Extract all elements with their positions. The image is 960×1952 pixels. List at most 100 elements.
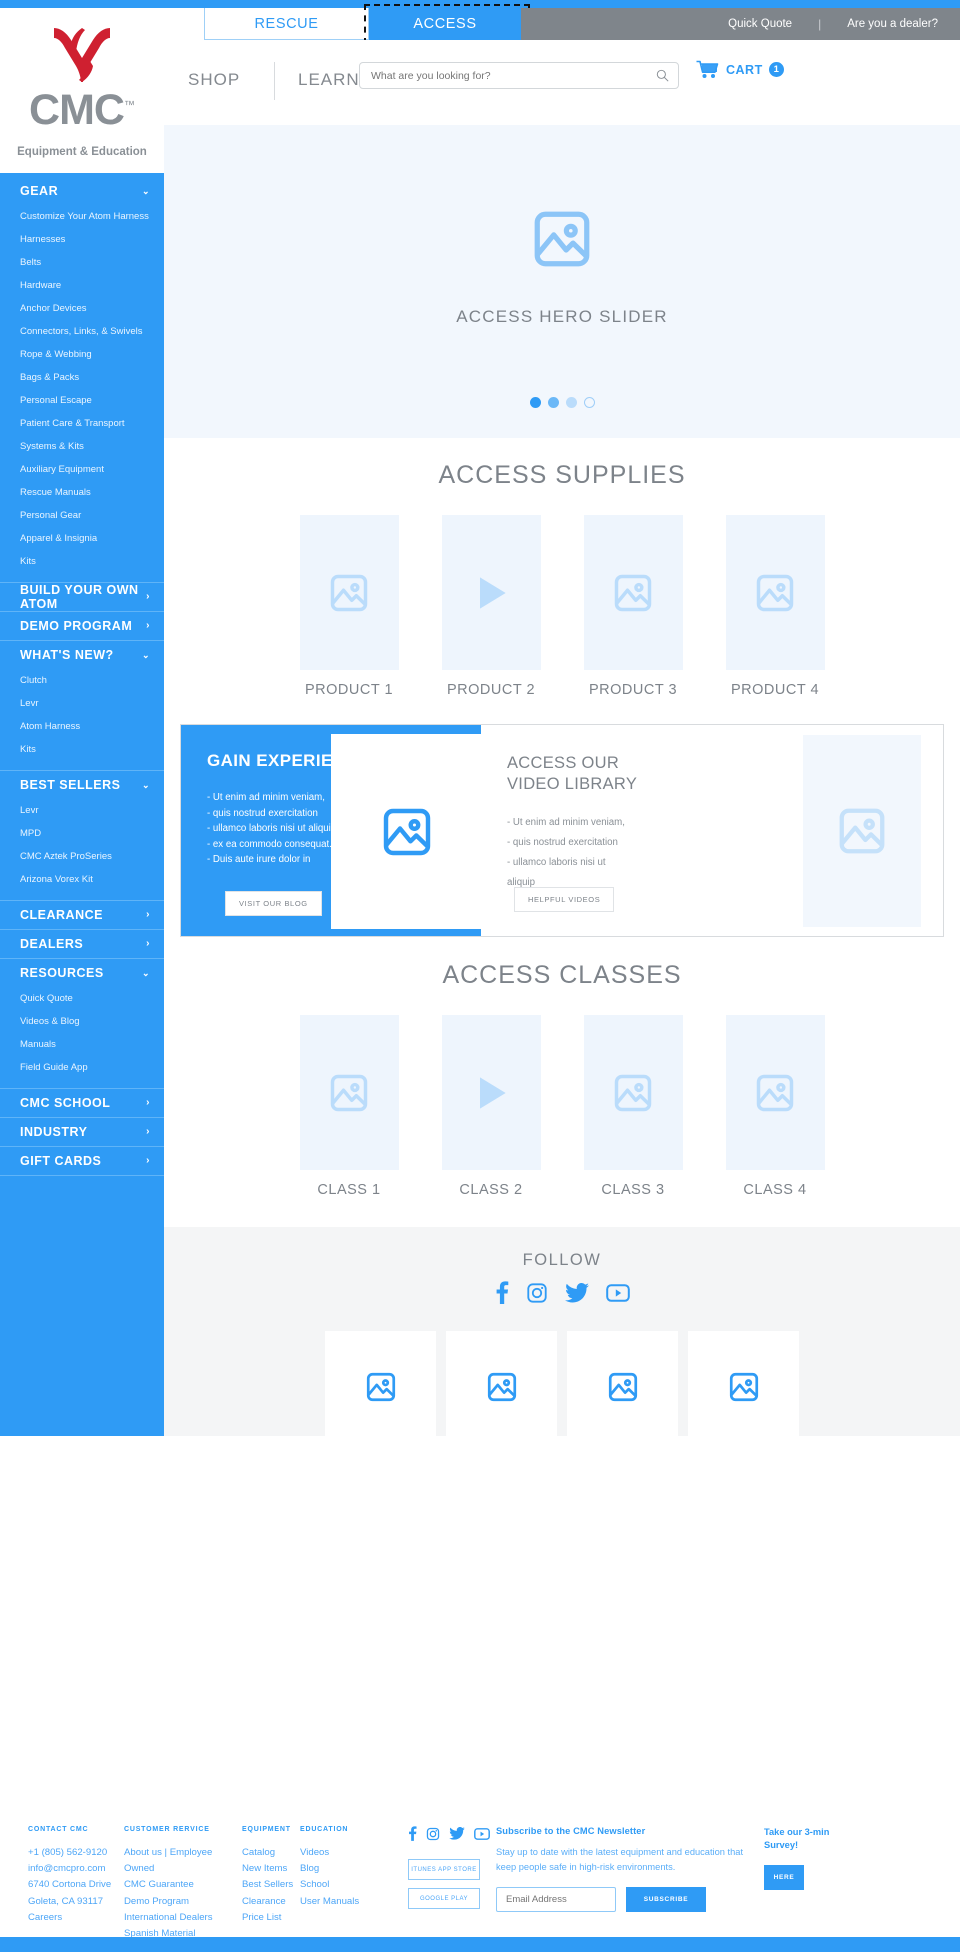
search-icon[interactable]	[656, 69, 669, 82]
footer-link[interactable]: User Manuals	[300, 1894, 408, 1910]
sidebar-group-header[interactable]: GIFT CARDS ›	[0, 1147, 164, 1175]
sidebar-group-header[interactable]: BEST SELLERS ⌄	[0, 771, 164, 799]
footer-link[interactable]: +1 (805) 562-9120	[28, 1845, 124, 1861]
footer-link[interactable]: About us | Employee Owned	[124, 1845, 242, 1877]
sidebar-item-personal-escape[interactable]: Personal Escape	[0, 389, 164, 412]
nav-shop[interactable]: SHOP	[188, 70, 240, 90]
sidebar-item-arizona-vorex-kit[interactable]: Arizona Vorex Kit	[0, 868, 164, 891]
sidebar-item-rescue-manuals[interactable]: Rescue Manuals	[0, 481, 164, 504]
instagram-icon[interactable]	[426, 1827, 440, 1846]
footer-link[interactable]: Best Sellers	[242, 1877, 300, 1893]
sidebar-item-levr[interactable]: Levr	[0, 799, 164, 822]
youtube-icon[interactable]	[474, 1827, 490, 1845]
instagram-icon[interactable]	[526, 1282, 548, 1309]
sidebar-group-header[interactable]: GEAR ⌄	[0, 177, 164, 205]
sidebar-item-patient-care-transport[interactable]: Patient Care & Transport	[0, 412, 164, 435]
footer-link[interactable]: info@cmcpro.com	[28, 1861, 124, 1877]
sidebar-group-header[interactable]: DEALERS ›	[0, 930, 164, 958]
footer-link[interactable]: Catalog	[242, 1845, 300, 1861]
search-box[interactable]	[359, 62, 679, 89]
facebook-icon[interactable]	[408, 1826, 417, 1846]
slider-dot-2[interactable]	[547, 397, 559, 408]
instagram-post-tile[interactable]	[446, 1331, 557, 1442]
quick-quote-link[interactable]: Quick Quote	[728, 18, 792, 30]
footer-link[interactable]: School	[300, 1877, 408, 1893]
footer-link[interactable]: Clearance	[242, 1894, 300, 1910]
twitter-icon[interactable]	[564, 1282, 589, 1308]
sidebar-item-anchor-devices[interactable]: Anchor Devices	[0, 297, 164, 320]
sidebar-group-header[interactable]: CMC SCHOOL ›	[0, 1089, 164, 1117]
sidebar-item-manuals[interactable]: Manuals	[0, 1033, 164, 1056]
sidebar-item-field-guide-app[interactable]: Field Guide App	[0, 1056, 164, 1079]
product-card[interactable]: CLASS 1	[299, 1015, 399, 1198]
sidebar-group-header[interactable]: WHAT'S NEW? ⌄	[0, 641, 164, 669]
sidebar-group-header[interactable]: CLEARANCE ›	[0, 901, 164, 929]
sidebar-item-auxiliary-equipment[interactable]: Auxiliary Equipment	[0, 458, 164, 481]
footer-link[interactable]: New Items	[242, 1861, 300, 1877]
cart-button[interactable]: CART 1	[696, 60, 784, 79]
sidebar-item-harnesses[interactable]: Harnesses	[0, 228, 164, 251]
logo-column[interactable]: CMC™ Equipment & Education	[0, 8, 164, 173]
sidebar-item-customize-your-atom-harness[interactable]: Customize Your Atom Harness	[0, 205, 164, 228]
sidebar-item-quick-quote[interactable]: Quick Quote	[0, 987, 164, 1010]
sidebar-item-rope-webbing[interactable]: Rope & Webbing	[0, 343, 164, 366]
sidebar-item-connectors-links-swivels[interactable]: Connectors, Links, & Swivels	[0, 320, 164, 343]
itunes-app-store-button[interactable]: ITUNES APP STORE	[408, 1859, 480, 1880]
footer-link[interactable]: 6740 Cortona Drive	[28, 1877, 124, 1893]
footer-link[interactable]: Goleta, CA 93117	[28, 1894, 124, 1910]
instagram-post-tile[interactable]	[325, 1331, 436, 1442]
sidebar-item-systems-kits[interactable]: Systems & Kits	[0, 435, 164, 458]
product-card[interactable]: PRODUCT 4	[725, 515, 825, 698]
sidebar-item-clutch[interactable]: Clutch	[0, 669, 164, 692]
helpful-videos-button[interactable]: HELPFUL VIDEOS	[514, 887, 615, 912]
tab-rescue[interactable]: RESCUE	[204, 8, 369, 40]
subscribe-button[interactable]: SUBSCRIBE	[626, 1887, 706, 1912]
product-card[interactable]: CLASS 4	[725, 1015, 825, 1198]
footer-link[interactable]: Demo Program	[124, 1894, 242, 1910]
footer-link[interactable]: Careers	[28, 1910, 124, 1926]
sidebar-item-kits[interactable]: Kits	[0, 550, 164, 573]
sidebar-group-header[interactable]: BUILD YOUR OWN ATOM ›	[0, 583, 164, 611]
nav-learn[interactable]: LEARN	[298, 70, 360, 90]
instagram-post-tile[interactable]	[567, 1331, 678, 1442]
sidebar-group-header[interactable]: DEMO PROGRAM ›	[0, 612, 164, 640]
search-input[interactable]	[371, 63, 646, 88]
tab-access[interactable]: ACCESS	[369, 8, 521, 40]
sidebar-group-header[interactable]: RESOURCES ⌄	[0, 959, 164, 987]
footer-link[interactable]: Videos	[300, 1845, 408, 1861]
footer-link[interactable]: Price List	[242, 1910, 300, 1926]
footer-link[interactable]: Blog	[300, 1861, 408, 1877]
footer-link[interactable]: International Dealers	[124, 1910, 242, 1926]
product-card[interactable]: PRODUCT 2	[441, 515, 541, 698]
youtube-icon[interactable]	[605, 1283, 630, 1307]
google-play-button[interactable]: GOOGLE PLAY	[408, 1888, 480, 1909]
sidebar-item-belts[interactable]: Belts	[0, 251, 164, 274]
sidebar-item-videos-blog[interactable]: Videos & Blog	[0, 1010, 164, 1033]
facebook-icon[interactable]	[495, 1281, 509, 1309]
dealer-link[interactable]: Are you a dealer?	[847, 18, 938, 30]
sidebar-item-mpd[interactable]: MPD	[0, 822, 164, 845]
twitter-icon[interactable]	[449, 1826, 465, 1845]
slider-dot-1[interactable]	[529, 397, 541, 408]
sidebar-item-bags-packs[interactable]: Bags & Packs	[0, 366, 164, 389]
sidebar-item-personal-gear[interactable]: Personal Gear	[0, 504, 164, 527]
sidebar-item-hardware[interactable]: Hardware	[0, 274, 164, 297]
product-card[interactable]: CLASS 3	[583, 1015, 683, 1198]
sidebar-item-atom-harness[interactable]: Atom Harness	[0, 715, 164, 738]
sidebar-item-kits[interactable]: Kits	[0, 738, 164, 761]
slider-dot-4[interactable]	[583, 397, 595, 408]
email-input[interactable]	[496, 1887, 616, 1912]
survey-here-button[interactable]: HERE	[764, 1865, 804, 1890]
slider-dot-3[interactable]	[565, 397, 577, 408]
product-card[interactable]: PRODUCT 3	[583, 515, 683, 698]
product-card[interactable]: CLASS 2	[441, 1015, 541, 1198]
product-card[interactable]: PRODUCT 1	[299, 515, 399, 698]
visit-our-blog-button[interactable]: VISIT OUR BLOG	[225, 891, 322, 916]
footer-link[interactable]: CMC Guarantee	[124, 1877, 242, 1893]
instagram-post-tile[interactable]	[688, 1331, 799, 1442]
sidebar-item-cmc-aztek-proseries[interactable]: CMC Aztek ProSeries	[0, 845, 164, 868]
sidebar-item-apparel-insignia[interactable]: Apparel & Insignia	[0, 527, 164, 550]
slider-dots[interactable]	[164, 397, 960, 408]
sidebar-group-header[interactable]: INDUSTRY ›	[0, 1118, 164, 1146]
hero-slider[interactable]: ACCESS HERO SLIDER	[164, 125, 960, 438]
